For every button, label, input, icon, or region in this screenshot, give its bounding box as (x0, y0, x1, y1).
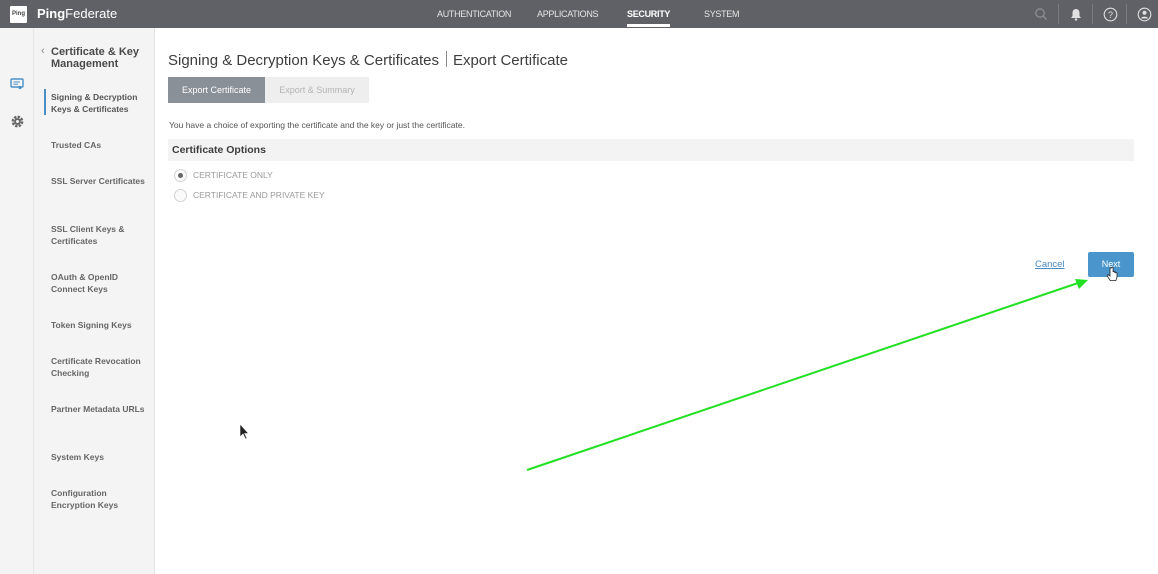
divider (1092, 4, 1093, 24)
top-bar: Ping PingFederate AUTHENTICATION APPLICA… (0, 0, 1158, 28)
option-label: CERTIFICATE AND PRIVATE KEY (193, 190, 325, 200)
sidebar-item-ssl-server[interactable]: SSL Server Certificates (51, 175, 151, 187)
sidebar-item-system-keys[interactable]: System Keys (51, 451, 151, 463)
sidebar-item-trusted-cas[interactable]: Trusted CAs (51, 139, 151, 151)
active-indicator (44, 89, 46, 115)
back-chevron-icon[interactable]: ‹ (41, 45, 45, 57)
sidebar-item-partner-metadata[interactable]: Partner Metadata URLs (51, 403, 151, 415)
sidebar-item-signing-decryption[interactable]: Signing & Decryption Keys & Certificates (51, 91, 151, 115)
section-title: Certificate Options (172, 144, 266, 156)
sidebar-item-token-signing[interactable]: Token Signing Keys (51, 319, 151, 331)
divider (1058, 4, 1059, 24)
nav-system[interactable]: SYSTEM (704, 9, 740, 19)
ping-logo[interactable]: Ping (10, 6, 27, 23)
section-header: Certificate Options (168, 139, 1134, 161)
sidebar-item-ssl-client[interactable]: SSL Client Keys & Certificates (51, 223, 151, 247)
nav-security[interactable]: SECURITY (627, 9, 670, 27)
title-divider (445, 51, 447, 67)
radio-button[interactable] (174, 168, 187, 182)
sidebar-item-config-encryption[interactable]: Configuration Encryption Keys (51, 487, 151, 511)
radio-button[interactable] (174, 188, 187, 202)
page-title-step: Export Certificate (452, 52, 568, 69)
sidebar-item-oauth-openid[interactable]: OAuth & OpenID Connect Keys (51, 271, 151, 295)
sidebar: ‹ Certificate & Key Management Signing &… (34, 28, 155, 574)
brand-name: PingFederate (37, 6, 118, 21)
option-certificate-only[interactable]: CERTIFICATE ONLY (174, 168, 273, 182)
help-icon[interactable]: ? (1101, 5, 1119, 23)
page-title-section: Signing & Decryption Keys & Certificates (168, 52, 439, 69)
svg-text:?: ? (1107, 9, 1112, 19)
sidebar-item-revocation[interactable]: Certificate Revocation Checking (51, 355, 151, 379)
cancel-link[interactable]: Cancel (1035, 259, 1065, 270)
bell-icon[interactable] (1067, 5, 1085, 23)
option-label: CERTIFICATE ONLY (193, 170, 273, 180)
user-icon[interactable] (1135, 5, 1153, 23)
description-text: You have a choice of exporting the certi… (169, 120, 465, 130)
arrow-cursor-icon (239, 423, 250, 440)
nav-authentication[interactable]: AUTHENTICATION (437, 9, 511, 19)
certificate-icon[interactable] (9, 76, 25, 92)
search-icon[interactable] (1032, 5, 1050, 23)
gear-icon[interactable] (9, 113, 25, 129)
option-certificate-and-private-key[interactable]: CERTIFICATE AND PRIVATE KEY (174, 188, 325, 202)
page-title: Signing & Decryption Keys & Certificates… (168, 51, 568, 69)
divider (1126, 4, 1127, 24)
left-rail (0, 28, 34, 574)
tab-export-summary[interactable]: Export & Summary (265, 77, 369, 103)
tab-export-certificate[interactable]: Export Certificate (168, 77, 265, 103)
sidebar-title[interactable]: Certificate & Key Management (51, 46, 151, 70)
next-button[interactable]: Next (1088, 252, 1134, 277)
nav-applications[interactable]: APPLICATIONS (537, 9, 599, 19)
annotation-arrow (526, 279, 1088, 471)
